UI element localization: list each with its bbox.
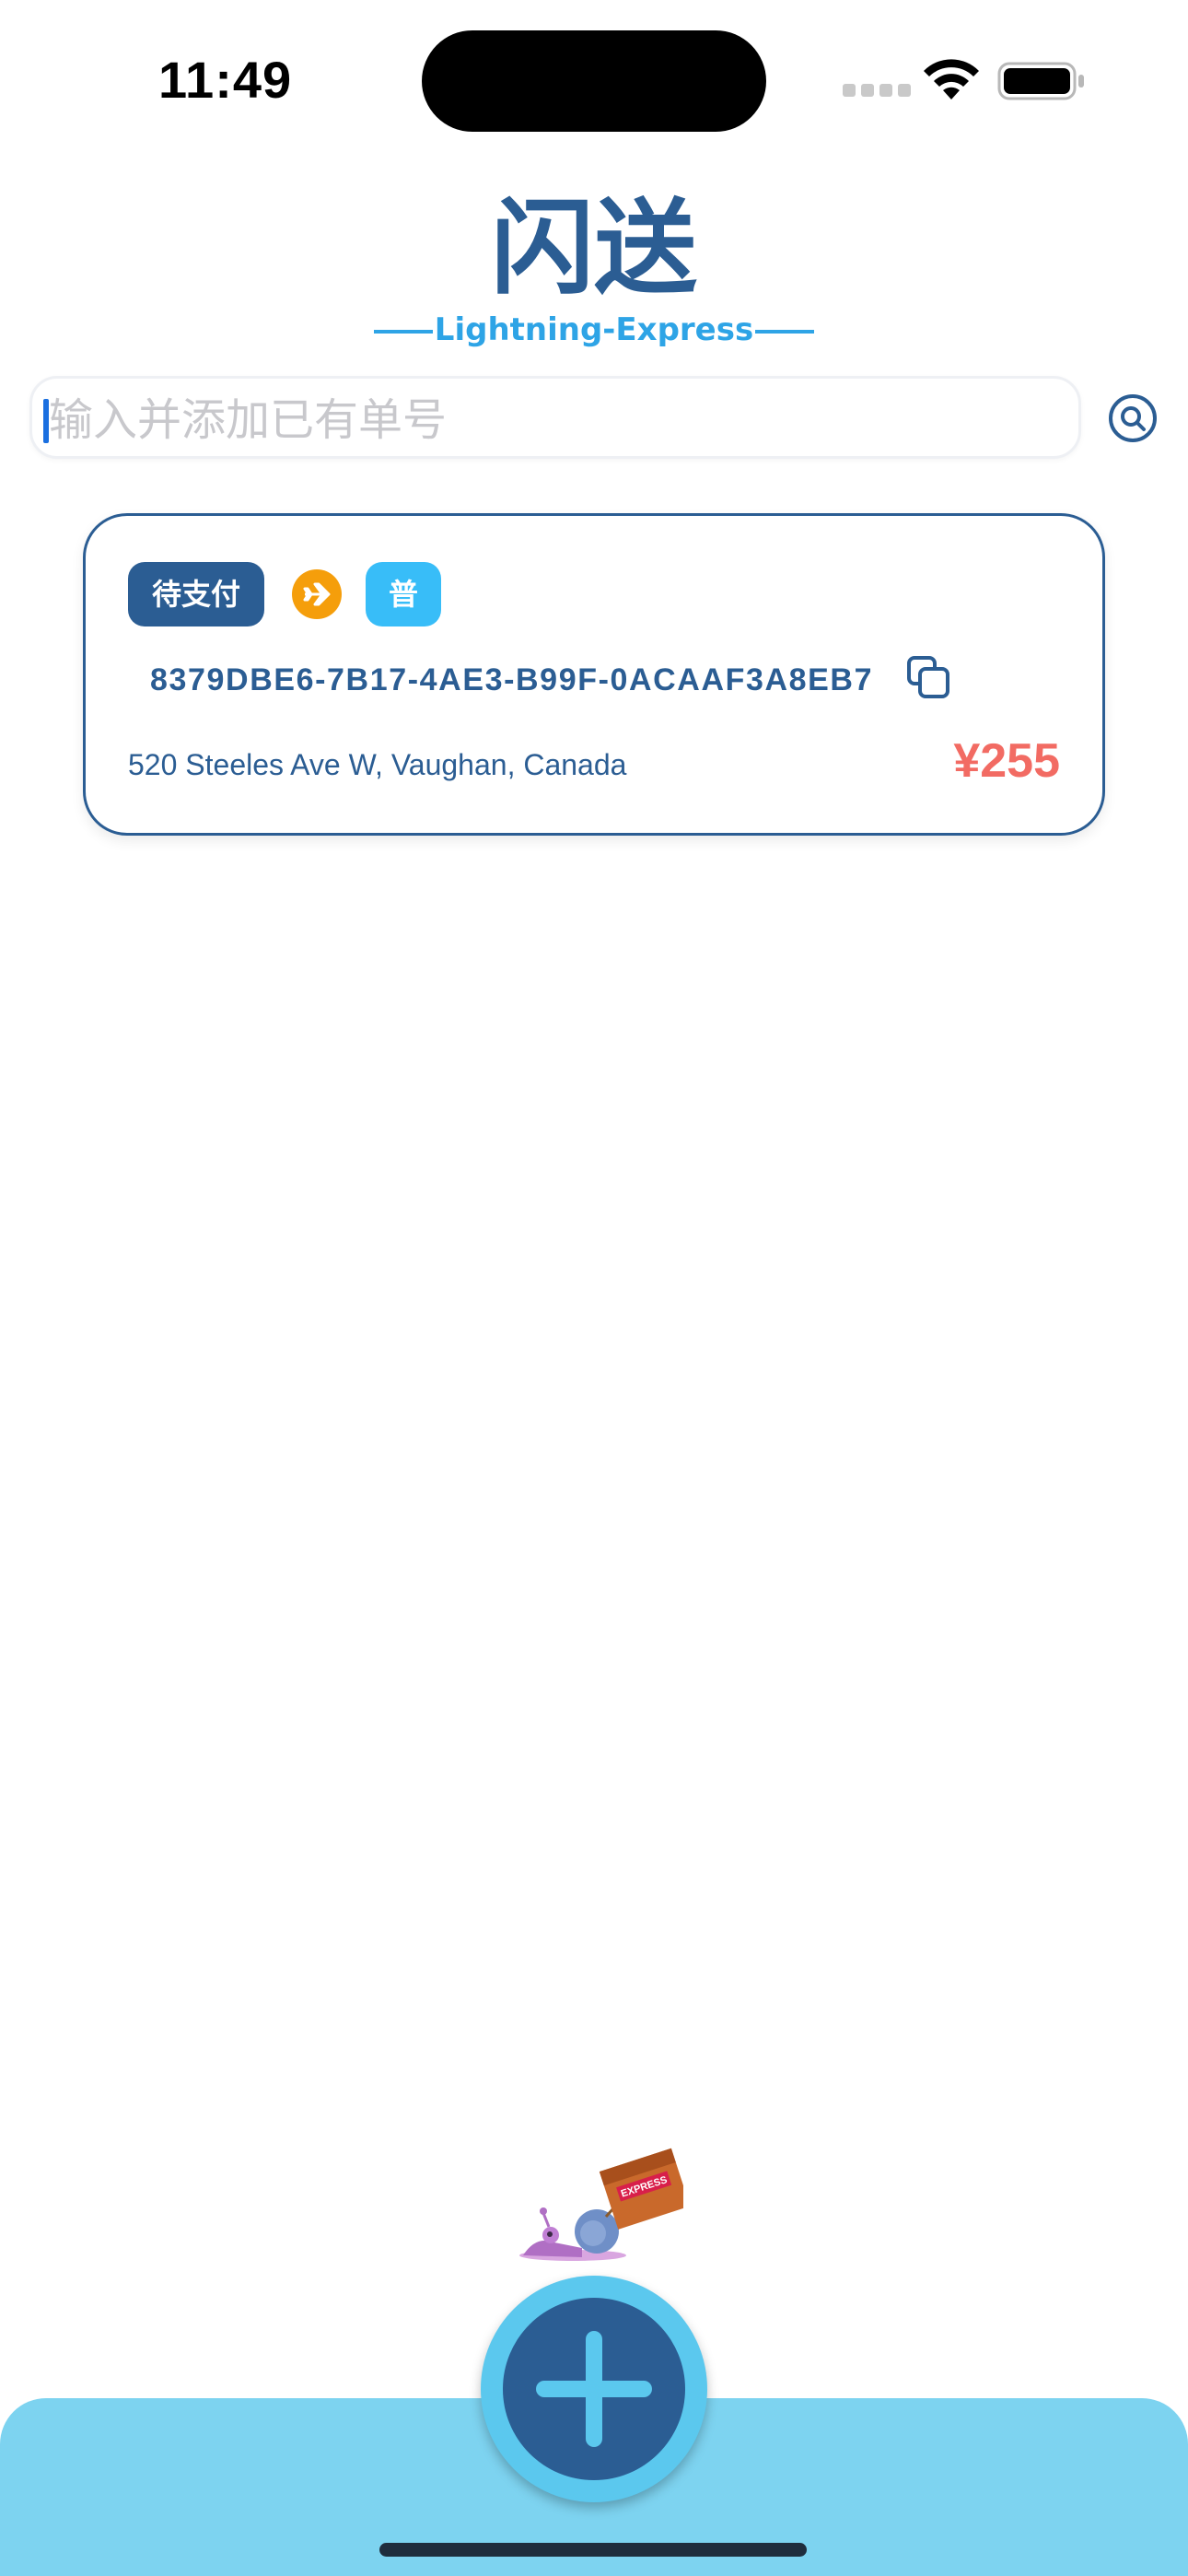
dynamic-island (422, 30, 766, 132)
delivery-address: 520 Steeles Ave W, Vaughan, Canada (128, 748, 627, 781)
snail-express-mascot: EXPRESS (519, 2148, 683, 2261)
app-title: 闪送 (491, 189, 697, 309)
delivery-type-badge: 普 (366, 562, 441, 626)
airplane-icon (292, 569, 342, 619)
cellular-signal-icon (843, 84, 911, 97)
status-time: 11:49 (158, 51, 293, 109)
order-card[interactable]: 待支付 普 8379DBE6-7B17-4AE3-B99F-0ACAAF3A8E… (83, 513, 1105, 836)
order-number-input[interactable]: 输入并添加已有单号 (29, 376, 1081, 459)
subtitle-right-rule (755, 329, 815, 334)
add-order-button[interactable] (481, 2276, 707, 2502)
battery-icon (997, 62, 1084, 100)
order-price: ¥255 (953, 734, 1060, 788)
plus-icon (536, 2331, 652, 2447)
search-placeholder: 输入并添加已有单号 (49, 394, 448, 446)
home-indicator[interactable] (379, 2543, 807, 2557)
subtitle-left-rule (373, 329, 433, 334)
app-subtitle: Lightning-Express (0, 309, 1188, 351)
wifi-icon (924, 59, 979, 100)
copy-icon[interactable] (905, 654, 951, 700)
order-number: 8379DBE6-7B17-4AE3-B99F-0ACAAF3A8EB7 (150, 662, 874, 697)
status-badge: 待支付 (128, 562, 264, 626)
search-icon[interactable] (1107, 392, 1159, 444)
subtitle-text: Lightning-Express (434, 311, 754, 348)
